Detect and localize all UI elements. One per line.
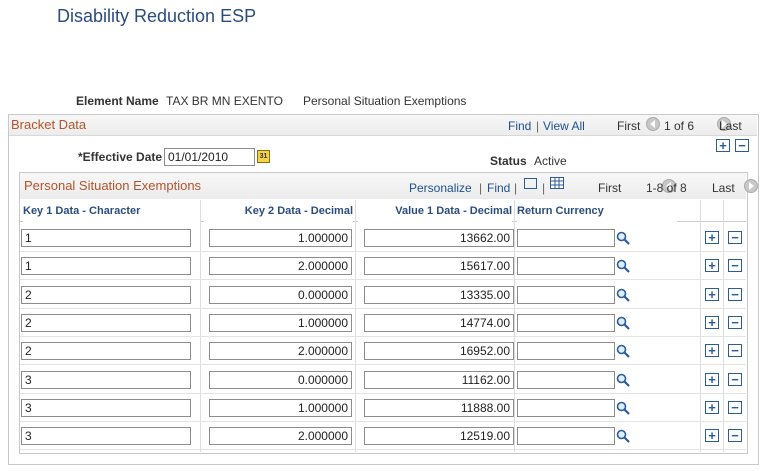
element-description: Personal Situation Exemptions — [303, 94, 467, 108]
search-icon[interactable] — [616, 231, 630, 245]
key2-input[interactable]: 2.000000 — [209, 342, 352, 360]
bracket-separator: | — [536, 119, 540, 133]
search-icon[interactable] — [616, 401, 630, 415]
bracket-prev-icon[interactable] — [646, 117, 660, 131]
search-icon[interactable] — [616, 373, 630, 387]
search-icon[interactable] — [616, 429, 630, 443]
remove-row-icon[interactable]: − — [728, 259, 742, 272]
return-currency-input[interactable] — [517, 427, 615, 445]
remove-row-icon[interactable]: − — [728, 316, 742, 329]
key1-input[interactable]: 3 — [21, 371, 191, 389]
calendar-icon[interactable]: 31 — [257, 150, 270, 163]
return-currency-input[interactable] — [517, 399, 615, 417]
remove-row-icon[interactable]: − — [728, 401, 742, 414]
value1-input[interactable]: 11888.00 — [364, 399, 514, 417]
effective-date-input[interactable]: 01/01/2010 — [164, 148, 255, 166]
effective-date-label: *Effective Date — [78, 150, 163, 164]
bracket-remove-icon[interactable]: − — [735, 139, 749, 152]
grid-first-label[interactable]: First — [598, 181, 621, 195]
add-row-icon[interactable]: + — [705, 401, 719, 414]
key1-input[interactable]: 1 — [21, 257, 191, 275]
value1-input[interactable]: 13662.00 — [364, 229, 514, 247]
bracket-find-link[interactable]: Find — [508, 119, 531, 133]
return-currency-input[interactable] — [517, 314, 615, 332]
add-row-icon[interactable]: + — [705, 231, 719, 244]
status-value: Active — [534, 154, 567, 168]
key2-input[interactable]: 2.000000 — [209, 427, 352, 445]
search-icon[interactable] — [616, 344, 630, 358]
col-header-key2[interactable]: Key 2 Data - Decimal — [204, 200, 353, 222]
add-row-icon[interactable]: + — [705, 259, 719, 272]
add-row-icon[interactable]: + — [705, 344, 719, 357]
key1-input[interactable]: 3 — [21, 399, 191, 417]
key1-input[interactable]: 2 — [21, 286, 191, 304]
bracket-data-header — [9, 115, 757, 136]
bracket-last-label[interactable]: Last — [719, 119, 742, 133]
status-label: Status — [490, 154, 527, 168]
element-name-label: Element Name — [76, 94, 159, 108]
bracket-first-label[interactable]: First — [617, 119, 640, 133]
search-icon[interactable] — [616, 288, 630, 302]
key1-input[interactable]: 2 — [21, 342, 191, 360]
grid-count: 1-8 of 8 — [646, 181, 687, 195]
value1-input[interactable]: 12519.00 — [364, 427, 514, 445]
bracket-data-title: Bracket Data — [11, 117, 87, 132]
exemptions-grid-title: Personal Situation Exemptions — [24, 178, 202, 193]
key2-input[interactable]: 1.000000 — [209, 399, 352, 417]
search-icon[interactable] — [616, 259, 630, 273]
add-row-icon[interactable]: + — [705, 373, 719, 386]
value1-input[interactable]: 16952.00 — [364, 342, 514, 360]
search-icon[interactable] — [616, 316, 630, 330]
col-header-value1[interactable]: Value 1 Data - Decimal — [358, 200, 512, 222]
value1-input[interactable]: 13335.00 — [364, 286, 514, 304]
grid-find-link[interactable]: Find — [487, 181, 510, 195]
return-currency-input[interactable] — [517, 371, 615, 389]
page-title: Disability Reduction ESP — [57, 6, 257, 26]
key2-input[interactable]: 0.000000 — [209, 371, 352, 389]
element-name-value: TAX BR MN EXENTO — [166, 94, 283, 108]
key1-input[interactable]: 1 — [21, 229, 191, 247]
remove-row-icon[interactable]: − — [728, 344, 742, 357]
bracket-view-all-link[interactable]: View All — [543, 119, 585, 133]
grid-separator-1: | — [479, 181, 483, 195]
grid-separator-3: | — [542, 181, 546, 195]
return-currency-input[interactable] — [517, 229, 615, 247]
remove-row-icon[interactable]: − — [728, 373, 742, 386]
value1-input[interactable]: 15617.00 — [364, 257, 514, 275]
personalize-link[interactable]: Personalize — [409, 181, 472, 195]
return-currency-input[interactable] — [517, 286, 615, 304]
remove-row-icon[interactable]: − — [728, 288, 742, 301]
key2-input[interactable]: 0.000000 — [209, 286, 352, 304]
key2-input[interactable]: 2.000000 — [209, 257, 352, 275]
col-header-key1[interactable]: Key 1 Data - Character — [23, 200, 201, 222]
value1-input[interactable]: 14774.00 — [364, 314, 514, 332]
new-window-icon[interactable] — [524, 178, 537, 189]
add-row-icon[interactable]: + — [705, 429, 719, 442]
key1-input[interactable]: 2 — [21, 314, 191, 332]
col-header-return-currency[interactable]: Return Currency — [517, 200, 677, 222]
return-currency-input[interactable] — [517, 342, 615, 360]
bracket-add-icon[interactable]: + — [716, 139, 730, 152]
value1-input[interactable]: 11162.00 — [364, 371, 514, 389]
remove-row-icon[interactable]: − — [728, 429, 742, 442]
add-row-icon[interactable]: + — [705, 288, 719, 301]
bracket-count: 1 of 6 — [664, 119, 695, 133]
key1-input[interactable]: 3 — [21, 427, 191, 445]
add-row-icon[interactable]: + — [705, 316, 719, 329]
key2-input[interactable]: 1.000000 — [209, 314, 352, 332]
grid-last-label[interactable]: Last — [712, 181, 735, 195]
download-grid-icon[interactable] — [550, 177, 564, 189]
return-currency-input[interactable] — [517, 257, 615, 275]
grid-next-icon[interactable] — [744, 179, 759, 193]
grid-separator-2: | — [514, 181, 518, 195]
remove-row-icon[interactable]: − — [728, 231, 742, 244]
key2-input[interactable]: 1.000000 — [209, 229, 352, 247]
